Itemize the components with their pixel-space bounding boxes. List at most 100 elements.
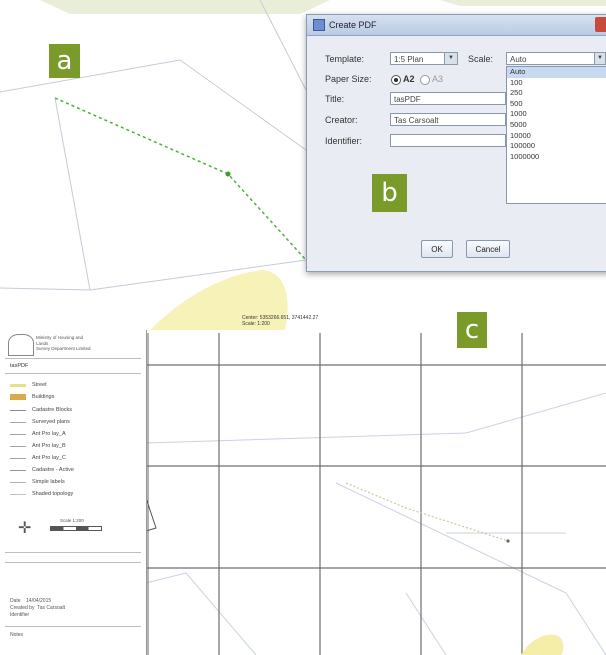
dialog-titlebar[interactable]: Create PDF (307, 15, 606, 36)
panel-label-b: b (372, 174, 407, 212)
route-path (54, 97, 307, 261)
scale-value: Auto (510, 55, 527, 64)
close-icon[interactable] (595, 17, 606, 32)
legend-item: Cadastre Blocks (10, 407, 72, 413)
legend-item: Ant Pro lay_B (10, 443, 66, 449)
legend-label: Ant Pro lay_C (32, 455, 66, 461)
pdf-legend-panel: Ministry of Housing and Lands Survey Dep… (0, 330, 147, 655)
legend-label: Cadastre - Active (32, 467, 74, 473)
footer-notes: Notes (10, 632, 24, 638)
org-text: Ministry of Housing and Lands Survey Dep… (36, 335, 91, 352)
parcel-lines (146, 392, 606, 655)
scale-option[interactable]: 5000 (507, 120, 606, 131)
panel-label-a: a (49, 44, 80, 78)
meta-row: Created by Tas Carsoalt (10, 605, 65, 611)
divider (5, 552, 141, 553)
scale-bar-label: Scale 1:200 (60, 518, 84, 523)
route-node (506, 539, 510, 543)
legend-item: Ant Pro lay_C (10, 455, 66, 461)
template-value: 1:5 Plan (394, 55, 424, 64)
legend-item: Street (10, 382, 47, 388)
scale-option[interactable]: 1000000 (507, 152, 606, 163)
scale-option[interactable]: 100000 (507, 141, 606, 152)
map-area-band (40, 0, 330, 14)
legend-swatch (10, 469, 26, 471)
legend-swatch (10, 457, 26, 459)
legend-item: Cadastre - Active (10, 467, 74, 473)
organisation-logo (8, 334, 34, 356)
legend-label: Shaded topology (32, 491, 74, 497)
panel-label-c: c (457, 312, 487, 348)
cancel-button[interactable]: Cancel (466, 240, 510, 258)
org-line: Survey Department Limited (36, 346, 91, 351)
legend-label: Street (32, 382, 47, 388)
map-scale-text: Scale: 1:200 (242, 321, 270, 327)
identifier-label: Identifier: (325, 136, 363, 146)
legend-label: Ant Pro lay_B (32, 443, 66, 449)
scale-option[interactable]: 1000 (507, 109, 606, 120)
scale-option[interactable]: Auto (507, 67, 606, 78)
legend-swatch (10, 383, 26, 387)
legend-swatch (10, 493, 26, 495)
legend-swatch (10, 481, 26, 483)
org-line: Ministry of Housing and (36, 335, 84, 340)
legend-label: Simple labels (32, 479, 65, 485)
legend-title: tasPDF (10, 363, 29, 369)
route-path (345, 482, 509, 542)
legend-label: Ant Pro lay_A (32, 431, 66, 437)
divider (5, 626, 141, 627)
pdf-header-text: Center: 5353266.651, 3741442.27 Scale: 1… (242, 315, 318, 327)
scale-dropdown-list: Auto 100 250 500 1000 5000 10000 100000 … (506, 66, 606, 204)
dialog-title: Create PDF (329, 20, 377, 30)
pdf-map-frame[interactable] (146, 333, 606, 655)
scale-option[interactable]: 100 (507, 78, 606, 89)
title-input[interactable]: tasPDF (390, 92, 506, 105)
scale-select[interactable]: Auto ▼ (506, 52, 606, 65)
legend-swatch (10, 409, 26, 411)
template-select[interactable]: 1:5 Plan ▼ (390, 52, 458, 65)
identifier-input[interactable] (390, 134, 506, 147)
meta-value: Tas Carsoalt (37, 605, 66, 611)
legend-swatch (10, 445, 26, 447)
divider (5, 373, 141, 374)
meta-row: Identifier (10, 612, 29, 618)
legend-item: Buildings (10, 394, 54, 400)
map-area-band (440, 0, 606, 6)
legend-item: Surveyed plans (10, 419, 70, 425)
map-highlight-area (521, 634, 564, 655)
radio-a3-label: A3 (432, 74, 444, 84)
north-arrow-icon: ✛ (18, 520, 32, 537)
scale-bar (50, 526, 102, 531)
legend-label: Buildings (32, 394, 55, 400)
scale-option[interactable]: 250 (507, 88, 606, 99)
creator-label: Creator: (325, 115, 358, 125)
meta-key: Date (10, 598, 21, 604)
route-node (225, 171, 231, 177)
divider (5, 358, 141, 359)
meta-key: Created by (10, 605, 35, 611)
meta-value: 14/04/2015 (26, 598, 52, 604)
creator-input[interactable]: Tas Carsoalt (390, 113, 506, 126)
legend-swatch (10, 421, 26, 423)
chevron-down-icon[interactable]: ▼ (444, 53, 457, 64)
scale-option[interactable]: 10000 (507, 131, 606, 142)
radio-a3[interactable] (420, 75, 430, 85)
paper-size-label: Paper Size: (325, 74, 372, 84)
meta-row: Date 14/04/2015 (10, 598, 51, 604)
ok-button[interactable]: OK (421, 240, 453, 258)
parcel-lines (0, 0, 307, 291)
meta-key: Identifier (10, 612, 30, 618)
radio-a2-label: A2 (403, 74, 415, 84)
legend-label: Surveyed plans (32, 419, 70, 425)
title-label: Title: (325, 94, 345, 104)
legend-item: Simple labels (10, 479, 65, 485)
legend-item: Ant Pro lay_A (10, 431, 66, 437)
legend-label: Cadastre Blocks (32, 407, 73, 413)
legend-swatch (10, 433, 26, 435)
scale-option[interactable]: 500 (507, 99, 606, 110)
divider (5, 562, 141, 563)
chevron-down-icon[interactable]: ▼ (594, 53, 605, 64)
app-icon (313, 19, 325, 31)
scale-label: Scale: (468, 54, 494, 64)
radio-a2[interactable] (391, 75, 401, 85)
